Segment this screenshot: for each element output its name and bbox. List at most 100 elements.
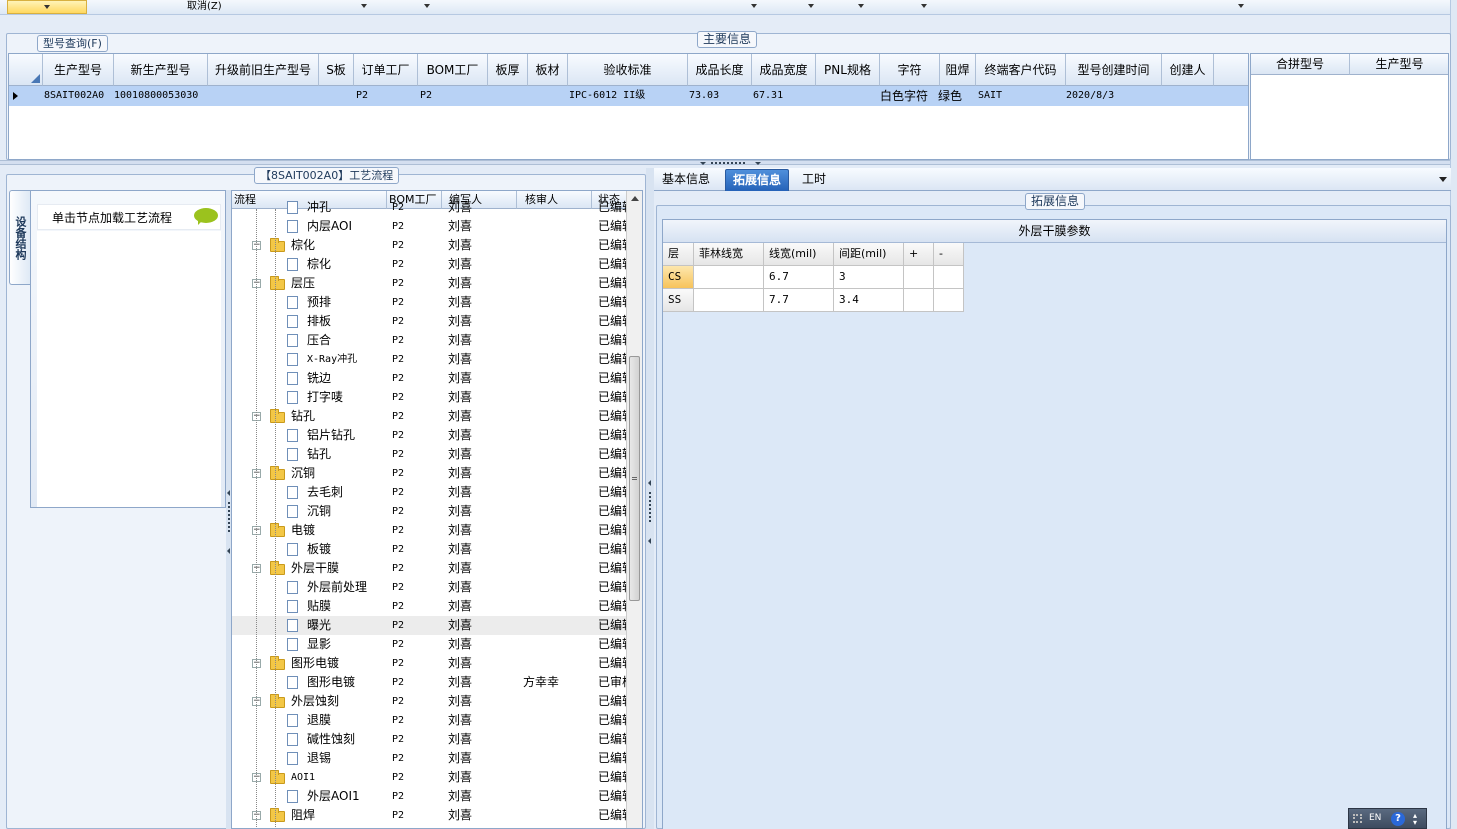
tree-cell-bom[interactable]: P2: [392, 711, 442, 730]
tree-cell-status[interactable]: 已编辑: [598, 521, 628, 540]
tree-cell-reviewer[interactable]: [523, 198, 593, 217]
tree-leaf-node[interactable]: 打字唛 P2 刘喜 已编辑: [232, 388, 628, 407]
tree-cell-bom[interactable]: P2: [392, 255, 442, 274]
tree-leaf-node[interactable]: 曝光 P2 刘喜 已编辑: [232, 616, 628, 635]
tree-cell-writer[interactable]: 刘喜: [448, 236, 518, 255]
tree-cell-reviewer[interactable]: [523, 502, 593, 521]
tree-cell-bom[interactable]: P2: [392, 559, 442, 578]
tree-cell-writer[interactable]: 刘喜: [448, 426, 518, 445]
tree-cell-reviewer[interactable]: [523, 255, 593, 274]
add-column-button[interactable]: +: [904, 243, 934, 266]
tree-cell-bom[interactable]: P2: [392, 730, 442, 749]
tree-group-node[interactable]: −AOI1P2刘喜已编辑: [232, 768, 628, 787]
tree-group-node[interactable]: −图形电镀P2刘喜已编辑: [232, 654, 628, 673]
tab-basic-info[interactable]: 基本信息: [655, 169, 717, 191]
tree-cell-writer[interactable]: 刘喜: [448, 597, 518, 616]
cell-plus[interactable]: [904, 289, 934, 312]
tree-cell-bom[interactable]: P2: [392, 483, 442, 502]
tree-cell-writer[interactable]: 刘喜: [448, 749, 518, 768]
col-header[interactable]: 验收标准: [568, 54, 688, 86]
tree-cell-status[interactable]: 已编辑: [598, 464, 628, 483]
chevron-down-icon[interactable]: [858, 4, 864, 8]
tree-cell-bom[interactable]: P2: [392, 635, 442, 654]
tree-cell-reviewer[interactable]: [523, 407, 593, 426]
tree-cell-bom[interactable]: P2: [392, 787, 442, 806]
tree-cell-reviewer[interactable]: [523, 730, 593, 749]
chevron-left-icon[interactable]: [648, 480, 651, 486]
tree-cell-status[interactable]: 已编辑: [598, 768, 628, 787]
tree-cell-status[interactable]: 已编辑: [598, 312, 628, 331]
chevron-down-icon[interactable]: [1238, 4, 1244, 8]
tree-leaf-node[interactable]: 内层AOI P2 刘喜 已编辑: [232, 217, 628, 236]
tree-leaf-node[interactable]: 沉铜 P2 刘喜 已编辑: [232, 502, 628, 521]
tree-cell-reviewer[interactable]: [523, 635, 593, 654]
tree-cell-reviewer[interactable]: [523, 787, 593, 806]
tree-cell-status[interactable]: 已编辑: [598, 407, 628, 426]
tree-cell-bom[interactable]: P2: [392, 445, 442, 464]
tree-cell-status[interactable]: 已编辑: [598, 426, 628, 445]
tree-cell-writer[interactable]: 刘喜: [448, 502, 518, 521]
tree-leaf-node[interactable]: 外层前处理 P2 刘喜 已编辑: [232, 578, 628, 597]
tree-cell-writer[interactable]: 刘喜: [448, 673, 518, 692]
tree-cell-status[interactable]: 已编辑: [598, 236, 628, 255]
tree-cell-writer[interactable]: 刘喜: [448, 445, 518, 464]
col-header[interactable]: S板: [319, 54, 354, 86]
cell-spacing[interactable]: 3: [834, 266, 904, 289]
row-header[interactable]: CS: [663, 266, 694, 289]
tree-cell-reviewer[interactable]: [523, 578, 593, 597]
col-header[interactable]: 字符: [880, 54, 940, 86]
tree-leaf-node[interactable]: 外层AOI1 P2 刘喜 已编辑: [232, 787, 628, 806]
tree-cell-status[interactable]: 已编辑: [598, 730, 628, 749]
tree-cell-writer[interactable]: 刘喜: [448, 692, 518, 711]
tree-cell-bom[interactable]: P2: [392, 426, 442, 445]
tree-group-node[interactable]: −阻焊P2刘喜已编辑: [232, 806, 628, 825]
col-header[interactable]: 生产型号: [1350, 54, 1448, 75]
cell-spacing[interactable]: 3.4: [834, 289, 904, 312]
cell-minus[interactable]: [934, 266, 964, 289]
cell-film[interactable]: [694, 289, 764, 312]
cell-new-prod-model[interactable]: 10010800053030: [110, 86, 208, 106]
tree-cell-status[interactable]: 已编辑: [598, 597, 628, 616]
chevron-down-icon[interactable]: [921, 4, 927, 8]
tree-group-node[interactable]: −外层干膜P2刘喜已编辑: [232, 559, 628, 578]
tree-cell-status[interactable]: 已编辑: [598, 502, 628, 521]
col-header[interactable]: 终端客户代码: [976, 54, 1066, 86]
tree-cell-status[interactable]: 已编辑: [598, 635, 628, 654]
chevron-down-icon[interactable]: [755, 162, 761, 165]
tree-cell-reviewer[interactable]: [523, 369, 593, 388]
toolbar-dropdown-button[interactable]: [7, 0, 87, 14]
cell-plus[interactable]: [904, 266, 934, 289]
chevron-down-icon[interactable]: [1439, 177, 1447, 182]
tree-cell-bom[interactable]: P2: [392, 540, 442, 559]
tree-leaf-node[interactable]: 压合 P2 刘喜 已编辑: [232, 331, 628, 350]
tree-cell-writer[interactable]: 刘喜: [448, 407, 518, 426]
tree-cell-writer[interactable]: 刘喜: [448, 635, 518, 654]
col-header[interactable]: 生产型号: [43, 54, 114, 86]
tab-extended-info[interactable]: 拓展信息: [725, 169, 790, 191]
tree-cell-status[interactable]: 已编辑: [598, 198, 628, 217]
tree-cell-status[interactable]: 已编辑: [598, 578, 628, 597]
col-header[interactable]: 升级前旧生产型号: [208, 54, 319, 86]
tree-group-node[interactable]: −层压P2刘喜已编辑: [232, 274, 628, 293]
tree-cell-bom[interactable]: P2: [392, 749, 442, 768]
tree-cell-writer[interactable]: 刘喜: [448, 198, 518, 217]
col-header[interactable]: 新生产型号: [114, 54, 208, 86]
tree-cell-bom[interactable]: P2: [392, 464, 442, 483]
chevron-up-icon[interactable]: [631, 196, 639, 201]
cell-width[interactable]: 67.31: [749, 86, 813, 106]
tree-cell-writer[interactable]: 刘喜: [448, 255, 518, 274]
tree-cell-reviewer[interactable]: [523, 236, 593, 255]
cell-material[interactable]: [528, 86, 568, 106]
cell-prod-model[interactable]: 8SAIT002A0: [40, 86, 112, 106]
col-header[interactable]: 板厚: [488, 54, 528, 86]
tree-cell-reviewer[interactable]: [523, 312, 593, 331]
tree-cell-writer[interactable]: 刘喜: [448, 559, 518, 578]
tree-cell-bom[interactable]: P2: [392, 806, 442, 825]
cell-order-factory[interactable]: P2: [352, 86, 416, 106]
tree-cell-bom[interactable]: P2: [392, 217, 442, 236]
tree-cell-reviewer[interactable]: [523, 768, 593, 787]
tree-cell-bom[interactable]: P2: [392, 350, 442, 369]
tree-cell-status[interactable]: 已编辑: [598, 217, 628, 236]
tree-cell-bom[interactable]: P2: [392, 692, 442, 711]
tree-cell-bom[interactable]: P2: [392, 236, 442, 255]
